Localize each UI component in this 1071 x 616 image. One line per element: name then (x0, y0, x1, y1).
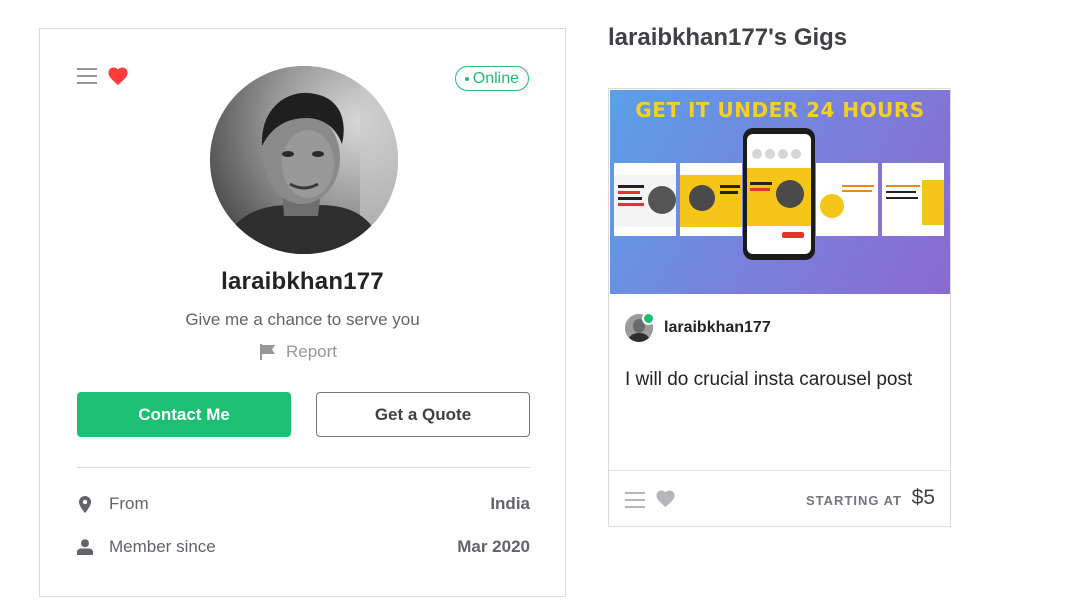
avatar-photo (210, 66, 398, 254)
gigs-section-title: laraibkhan177's Gigs (608, 24, 848, 51)
list-icon[interactable] (77, 67, 97, 85)
seller-username: laraibkhan177 (221, 268, 384, 295)
heart-icon[interactable] (655, 489, 676, 508)
user-icon (77, 538, 93, 556)
stat-value-from: India (490, 494, 530, 513)
seller-avatar[interactable] (210, 66, 398, 254)
online-status-badge: Online (454, 66, 529, 91)
gig-price: $5 (911, 486, 935, 509)
stat-label-from: From (109, 494, 149, 513)
stat-value-member-since: Mar 2020 (457, 537, 530, 556)
seller-tagline: Give me a chance to serve you (185, 310, 420, 329)
seller-profile-card: Online laraibkhan177 Give me a chance to… (39, 28, 566, 597)
contact-me-button[interactable]: Contact Me (77, 392, 291, 437)
online-dot-icon (464, 76, 469, 81)
stat-row-member-since: Member since Mar 2020 (77, 535, 530, 559)
gig-seller[interactable]: laraibkhan177 (625, 312, 771, 342)
gig-thumbnail[interactable]: GET IT UNDER 24 HOURS (610, 90, 950, 294)
gig-seller-name[interactable]: laraibkhan177 (664, 319, 771, 337)
online-status-label: Online (472, 70, 519, 87)
stat-row-from: From India (77, 492, 530, 516)
gig-card[interactable]: GET IT UNDER 24 HOURS laraibkhan177 I wi… (608, 88, 951, 527)
list-icon[interactable] (625, 491, 645, 509)
get-a-quote-button[interactable]: Get a Quote (316, 392, 530, 437)
divider (77, 467, 530, 468)
flag-icon (260, 344, 275, 360)
seller-mini-avatar (625, 312, 655, 342)
thumbnail-artwork (614, 128, 944, 260)
online-indicator-icon (642, 312, 655, 325)
heart-icon[interactable] (107, 66, 129, 86)
report-label: Report (286, 342, 338, 361)
gig-card-footer: STARTING AT $5 (609, 470, 950, 527)
report-link[interactable]: Report (260, 342, 337, 362)
starting-at-label: STARTING AT (806, 493, 902, 508)
gig-title-link[interactable]: I will do crucial insta carousel post (625, 366, 925, 393)
location-pin-icon (77, 495, 93, 513)
stat-label-member-since: Member since (109, 537, 216, 556)
